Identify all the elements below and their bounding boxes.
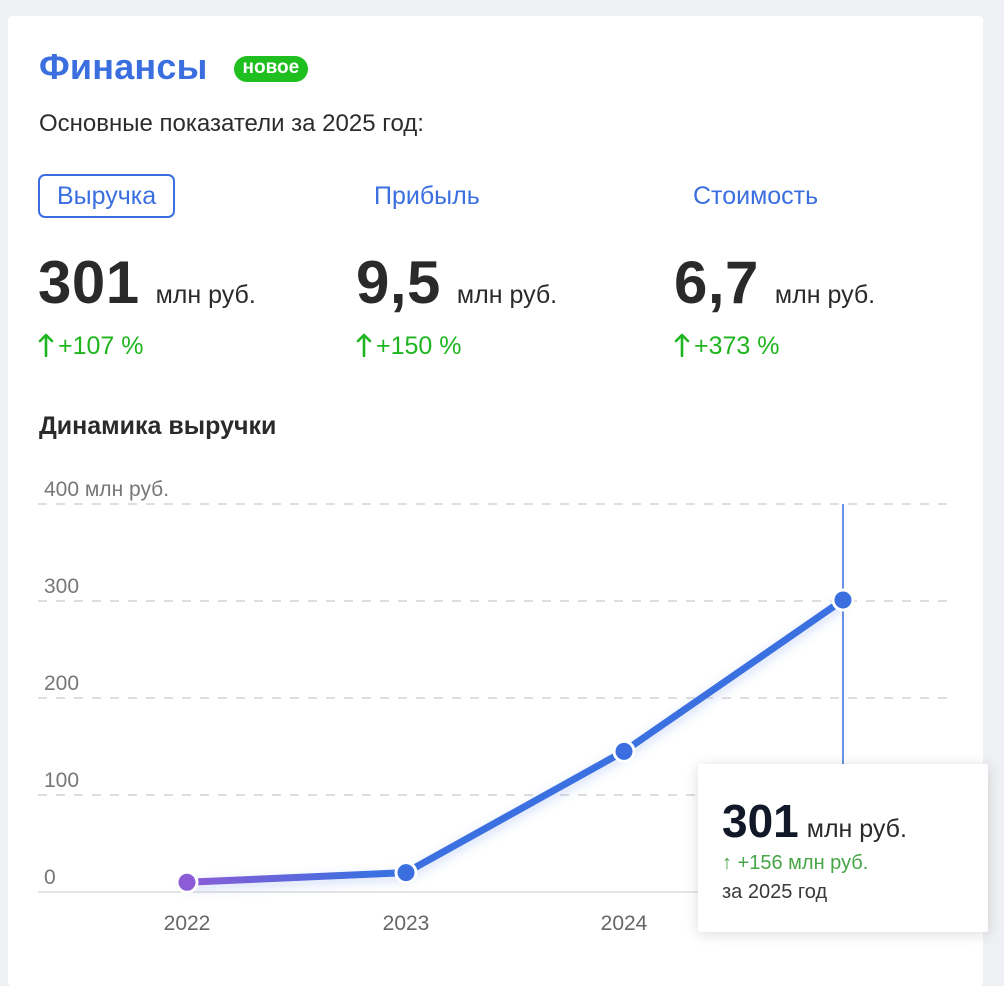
y-tick-label: 400 млн руб. [44, 478, 169, 501]
tooltip-unit: млн руб. [806, 815, 907, 843]
y-tick-label: 0 [44, 866, 56, 889]
x-tick-label: 2024 [601, 912, 648, 935]
tooltip-value-row: 301 млн руб. [722, 794, 907, 848]
y-tick-label: 100 [44, 769, 79, 792]
data-point [175, 870, 199, 894]
finance-card: Финансы новое Основные показатели за 202… [8, 16, 988, 986]
chart-tooltip: 301 млн руб. ↑ +156 млн руб. за 2025 год [698, 764, 988, 932]
tooltip-change: ↑ +156 млн руб. [722, 852, 869, 874]
x-tick-label: 2022 [164, 912, 211, 935]
data-point [831, 588, 855, 612]
tooltip-period: за 2025 год [722, 881, 828, 903]
tooltip-value: 301 [722, 795, 799, 847]
data-point [394, 861, 418, 885]
data-point [612, 739, 636, 763]
y-tick-label: 300 [44, 575, 79, 598]
x-tick-label: 2023 [383, 912, 430, 935]
y-tick-label: 200 [44, 672, 79, 695]
